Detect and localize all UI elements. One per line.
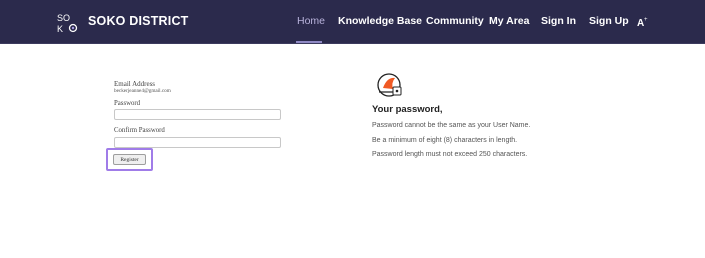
password-info-title: Your password,	[372, 104, 443, 115]
svg-text:SO: SO	[57, 13, 70, 23]
nav-knowledge-base[interactable]: Knowledge Base	[338, 15, 422, 27]
soko-logo-icon[interactable]: SO K	[57, 12, 79, 34]
svg-text:K: K	[57, 24, 63, 34]
confirm-password-label: Confirm Password	[114, 127, 165, 134]
password-rule: Password cannot be the same as your User…	[372, 122, 531, 129]
active-nav-indicator	[296, 41, 322, 43]
nav-my-area[interactable]: My Area	[489, 15, 529, 27]
password-shield-icon	[377, 73, 402, 97]
confirm-password-input[interactable]	[114, 137, 281, 148]
password-rule: Password length must not exceed 250 char…	[372, 151, 528, 158]
svg-text:+: +	[644, 17, 648, 23]
brand-name[interactable]: SOKO DISTRICT	[88, 14, 189, 28]
email-value: beckerjeanne4@gmail.com	[114, 88, 171, 94]
email-label: Email Address	[114, 80, 156, 88]
password-rule: Be a minimum of eight (8) characters in …	[372, 137, 518, 144]
register-button[interactable]: Register	[113, 154, 146, 165]
nav-community[interactable]: Community	[426, 15, 484, 27]
password-label: Password	[114, 100, 141, 107]
nav-sign-in[interactable]: Sign In	[541, 15, 576, 27]
password-input[interactable]	[114, 109, 281, 120]
top-navigation-bar: SO K SOKO DISTRICT Home Knowledge Base C…	[0, 0, 705, 44]
text-size-icon[interactable]: A +	[636, 15, 650, 29]
nav-sign-up[interactable]: Sign Up	[589, 15, 629, 27]
nav-home[interactable]: Home	[297, 15, 325, 27]
